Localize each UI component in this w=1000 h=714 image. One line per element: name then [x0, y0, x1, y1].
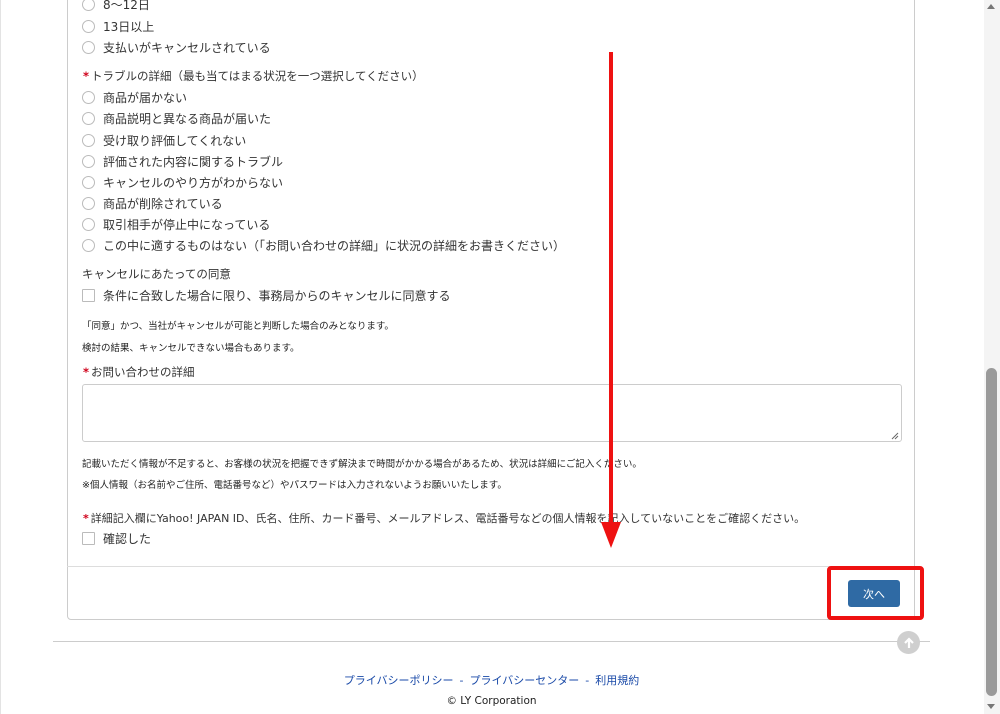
radio-option-partner-suspended[interactable]: 取引相手が停止中になっている [82, 215, 270, 233]
cancel-consent-note-2: 検討の結果、キャンセルできない場合もあります。 [82, 343, 300, 354]
radio-label: 商品説明と異なる商品が届いた [103, 111, 272, 126]
next-button[interactable]: 次へ [848, 580, 900, 607]
radio-label: この中に適するものはない（「お問い合わせの詳細」に状況の詳細をお書きください） [103, 238, 566, 253]
scroll-to-top-button[interactable] [897, 631, 920, 654]
confirmation-label-text: 詳細記入欄にYahoo! JAPAN ID、氏名、住所、カード番号、メールアドレ… [90, 512, 806, 525]
radio-option-13-days-plus[interactable]: 13日以上 [82, 17, 154, 35]
radio-button[interactable] [82, 133, 95, 147]
checkbox-label: 確認した [103, 531, 152, 546]
radio-label: 商品が削除されている [103, 196, 223, 211]
confirmation-checkbox[interactable] [82, 531, 95, 545]
trouble-details-label-text: トラブルの詳細（最も当てはまる状況を一つ選択してください） [91, 69, 424, 83]
radio-button[interactable] [82, 154, 95, 168]
footer-separator: - [585, 674, 590, 687]
radio-label: 8〜12日 [103, 0, 150, 12]
radio-option-none-applicable[interactable]: この中に適するものはない（「お問い合わせの詳細」に状況の詳細をお書きください） [82, 236, 565, 254]
footer-link-privacy-policy[interactable]: プライバシーポリシー [344, 674, 454, 687]
required-mark: * [83, 511, 89, 525]
radio-button[interactable] [82, 175, 95, 189]
radio-option-rating-trouble[interactable]: 評価された内容に関するトラブル [82, 152, 283, 170]
radio-option-8-12-days[interactable]: 8〜12日 [82, 0, 150, 13]
cancel-consent-checkbox[interactable] [82, 288, 95, 302]
confirmation-label: * 詳細記入欄にYahoo! JAPAN ID、氏名、住所、カード番号、メールア… [83, 510, 805, 526]
scroll-to-top-icon [903, 636, 914, 648]
radio-label: 取引相手が停止中になっている [103, 217, 271, 232]
cancel-consent-checkbox-row[interactable]: 条件に合致した場合に限り、事務局からのキャンセルに同意する [82, 286, 451, 304]
scroll-down-arrow-icon[interactable] [987, 704, 995, 709]
radio-button[interactable] [82, 111, 95, 125]
radio-button[interactable] [82, 40, 95, 54]
required-mark: * [83, 69, 90, 83]
panel-footer-divider [67, 566, 915, 567]
cancel-consent-note-1: 「同意」かつ、当社がキャンセルが可能と判断した場合のみとなります。 [82, 321, 394, 332]
down-arrow-annotation [601, 52, 621, 548]
radio-button[interactable] [82, 0, 95, 11]
radio-label: 13日以上 [103, 19, 155, 34]
radio-button[interactable] [82, 217, 95, 231]
radio-label: 商品が届かない [103, 90, 188, 105]
copyright: © LY Corporation [446, 695, 537, 707]
inquiry-details-label-text: お問い合わせの詳細 [91, 365, 195, 379]
radio-button[interactable] [82, 238, 95, 252]
cancel-consent-label: キャンセルにあたっての同意 [82, 267, 231, 281]
radio-option-item-different[interactable]: 商品説明と異なる商品が届いた [82, 109, 271, 127]
footer-separator: - [459, 674, 464, 687]
page-divider [53, 641, 930, 642]
inquiry-details-note-1: 記載いただく情報が不足すると、お客様の状況を把握できず解決まで時間がかかる場合が… [82, 459, 642, 470]
radio-button[interactable] [82, 19, 95, 33]
radio-option-payment-cancelled[interactable]: 支払いがキャンセルされている [82, 38, 271, 56]
inquiry-form-panel [67, 0, 915, 620]
footer-link-privacy-center[interactable]: プライバシーセンター [470, 674, 580, 687]
required-mark: * [83, 365, 90, 379]
radio-option-item-deleted[interactable]: 商品が削除されている [82, 194, 223, 212]
radio-label: キャンセルのやり方がわからない [103, 175, 284, 190]
resize-grip-icon[interactable] [890, 431, 899, 440]
radio-button[interactable] [82, 196, 95, 210]
inquiry-details-note-2: ※個人情報（お名前やご住所、電話番号など）やパスワードは入力されないようお願いい… [82, 480, 507, 491]
radio-label: 受け取り評価してくれない [103, 133, 247, 148]
scroll-up-arrow-icon[interactable] [987, 4, 995, 9]
scrollbar-thumb[interactable] [986, 368, 997, 696]
footer-links: プライバシーポリシー - プライバシーセンター - 利用規約 [0, 672, 983, 688]
trouble-details-label: * トラブルの詳細（最も当てはまる状況を一つ選択してください） [83, 68, 424, 84]
inquiry-details-label: * お問い合わせの詳細 [83, 364, 195, 380]
inquiry-details-textarea[interactable] [82, 384, 902, 442]
radio-option-no-receipt-rating[interactable]: 受け取り評価してくれない [82, 131, 246, 149]
radio-option-item-not-arrived[interactable]: 商品が届かない [82, 88, 187, 106]
footer-link-terms[interactable]: 利用規約 [595, 674, 639, 687]
radio-label: 評価された内容に関するトラブル [103, 154, 284, 169]
radio-button[interactable] [82, 90, 95, 104]
checkbox-label: 条件に合致した場合に限り、事務局からのキャンセルに同意する [103, 288, 451, 303]
radio-option-cancel-unknown[interactable]: キャンセルのやり方がわからない [82, 173, 283, 191]
radio-label: 支払いがキャンセルされている [103, 40, 271, 55]
confirmation-checkbox-row[interactable]: 確認した [82, 529, 151, 547]
